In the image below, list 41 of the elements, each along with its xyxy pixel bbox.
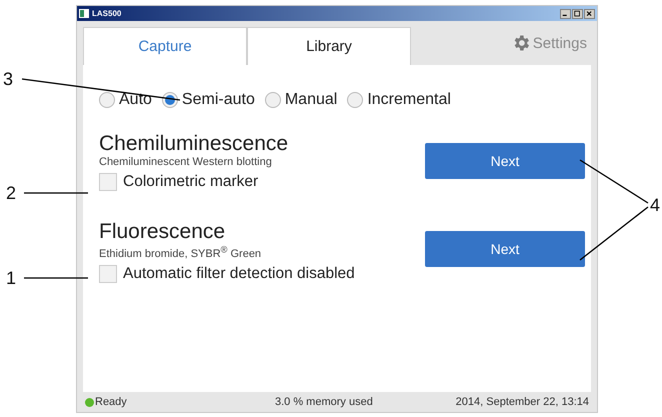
next-button[interactable]: Next — [425, 143, 585, 179]
status-text: Ready — [95, 396, 128, 408]
radio-option[interactable]: Incremental — [347, 91, 451, 109]
section-title: Fluorescence — [99, 221, 226, 243]
close-icon[interactable] — [584, 8, 595, 18]
callout-number: 3 — [3, 70, 14, 88]
radio-button[interactable] — [347, 92, 364, 108]
section-subtitle: Chemiluminescent Western blotting — [99, 156, 273, 168]
memory-usage: 3.0 % memory used — [275, 396, 374, 408]
checkbox[interactable] — [99, 173, 117, 191]
window-title: LAS500 — [92, 9, 122, 18]
radio-button[interactable] — [99, 92, 115, 108]
radio-option[interactable]: Semi-auto — [162, 91, 255, 109]
checkbox-label: Colorimetric marker — [123, 173, 258, 191]
leader-line — [24, 192, 88, 194]
leader-line — [580, 206, 648, 261]
next-button[interactable]: Next — [425, 231, 585, 267]
radio-option[interactable]: Manual — [264, 91, 338, 109]
tab[interactable]: Capture — [83, 27, 247, 65]
callout-number: 1 — [6, 269, 16, 287]
section-title: Chemiluminescence — [99, 133, 290, 155]
section-subtitle: Ethidium bromide, SYBR$^{®}$ Green — [99, 244, 262, 260]
status-dot-icon — [85, 398, 94, 406]
radio-label: Auto — [119, 91, 152, 109]
app-icon — [79, 9, 89, 18]
minimize-icon[interactable] — [560, 8, 571, 18]
radio-label: Semi-auto — [182, 91, 255, 109]
date-time: 2014, September 22, 13:14 — [456, 396, 589, 408]
radio-label: Incremental — [367, 91, 451, 109]
radio-button[interactable] — [162, 92, 178, 108]
checkbox-label: Automatic filter detection disabled — [123, 264, 355, 283]
tab[interactable]: Library — [247, 27, 411, 65]
radio-option[interactable]: Auto — [99, 91, 152, 109]
callout-number: 4 — [650, 196, 660, 214]
maximize-icon[interactable] — [572, 8, 583, 18]
radio-label: Manual — [284, 91, 338, 109]
radio-button[interactable] — [264, 92, 281, 108]
leader-line — [24, 277, 88, 279]
callout-number: 2 — [6, 184, 16, 202]
checkbox[interactable] — [99, 264, 117, 283]
leader-line — [580, 159, 648, 204]
